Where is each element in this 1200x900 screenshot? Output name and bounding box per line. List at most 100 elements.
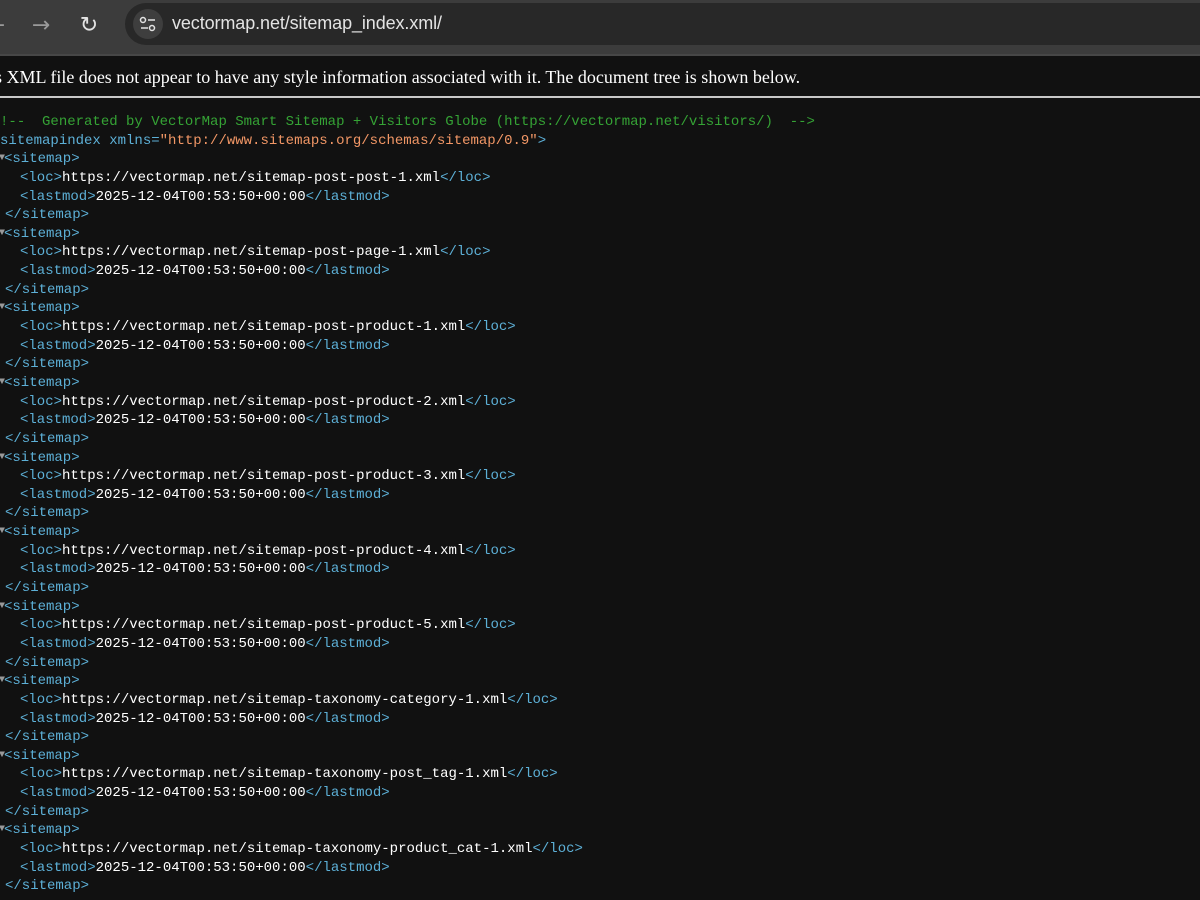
sitemap-close-tag: </sitemap> (5, 580, 90, 597)
loc-line: <loc>https://vectormap.net/sitemap-post-… (20, 243, 843, 262)
sitemap-open-tag: <sitemap> (4, 822, 80, 839)
loc-close-tag: </loc> (465, 393, 516, 410)
address-bar[interactable]: vectormap.net/sitemap_index.xml/ (125, 3, 1200, 45)
sitemap-entry-open: ▼ <sitemap> (0, 374, 827, 393)
loc-open-tag: <loc> (20, 468, 63, 485)
lastmod-close-tag: </lastmod> (305, 412, 390, 429)
sitemap-close-tag: </sitemap> (5, 803, 90, 820)
collapse-arrow-icon[interactable]: ▼ (0, 449, 5, 468)
sitemap-entry-close: </sitemap> (5, 281, 828, 300)
loc-value: https://vectormap.net/sitemap-taxonomy-c… (62, 691, 508, 708)
loc-open-tag: <loc> (20, 319, 63, 336)
collapse-arrow-icon[interactable]: ▼ (0, 747, 5, 766)
sitemap-open-tag: <sitemap> (4, 673, 80, 690)
sitemap-open-tag: <sitemap> (4, 300, 80, 317)
browser-toolbar: ← → ↻ vectormap.net/sitemap_index.xml/ (0, 0, 1200, 56)
sitemap-open-tag: <sitemap> (4, 747, 80, 764)
sitemap-close-tag: </sitemap> (5, 729, 90, 746)
sitemap-entry-close: </sitemap> (5, 206, 828, 225)
divider (0, 96, 1200, 98)
lastmod-open-tag: <lastmod> (20, 561, 96, 578)
xml-tree: <!-- Generated by VectorMap Smart Sitema… (0, 113, 823, 896)
lastmod-value: 2025-12-04T00:53:50+00:00 (95, 263, 306, 280)
root-open-tag: <sitemapindex (0, 132, 101, 149)
reload-icon: ↻ (79, 12, 99, 38)
lastmod-line: <lastmod>2025-12-04T00:53:50+00:00</last… (20, 188, 843, 207)
collapse-arrow-icon[interactable]: ▼ (0, 523, 5, 542)
collapse-arrow-icon[interactable]: ▼ (0, 672, 5, 691)
collapse-arrow-icon[interactable]: ▼ (0, 374, 5, 393)
lastmod-close-tag: </lastmod> (305, 635, 390, 652)
reload-button[interactable]: ↻ (73, 9, 105, 41)
sitemap-entry-open: ▼ <sitemap> (0, 299, 827, 318)
lastmod-open-tag: <lastmod> (20, 710, 96, 727)
loc-close-tag: </loc> (507, 766, 558, 783)
sitemap-entry-close: </sitemap> (5, 579, 828, 598)
collapse-arrow-icon[interactable]: ▼ (0, 299, 5, 318)
loc-open-tag: <loc> (20, 617, 63, 634)
loc-line: <loc>https://vectormap.net/sitemap-post-… (20, 467, 843, 486)
loc-close-tag: </loc> (507, 691, 558, 708)
sitemap-entry-open: ▼ <sitemap> (0, 150, 827, 169)
loc-line: <loc>https://vectormap.net/sitemap-post-… (20, 542, 843, 561)
loc-close-tag: </loc> (440, 169, 491, 186)
lastmod-open-tag: <lastmod> (20, 859, 96, 876)
sitemap-close-tag: </sitemap> (5, 430, 90, 447)
sitemap-entry-close: </sitemap> (5, 877, 828, 896)
sitemap-entry-close: </sitemap> (5, 803, 828, 822)
lastmod-line: <lastmod>2025-12-04T00:53:50+00:00</last… (20, 635, 843, 654)
sitemap-close-tag: </sitemap> (5, 207, 90, 224)
collapse-arrow-icon[interactable]: ▼ (0, 598, 5, 617)
loc-line: <loc>https://vectormap.net/sitemap-taxon… (20, 765, 843, 784)
lastmod-line: <lastmod>2025-12-04T00:53:50+00:00</last… (20, 710, 843, 729)
lastmod-value: 2025-12-04T00:53:50+00:00 (95, 859, 306, 876)
collapse-arrow-icon[interactable]: ▼ (0, 150, 5, 169)
loc-close-tag: </loc> (465, 468, 516, 485)
sitemap-entry-open: ▼ <sitemap> (0, 821, 827, 840)
sitemap-entry-open: ▼ <sitemap> (0, 225, 827, 244)
loc-open-tag: <loc> (20, 766, 63, 783)
loc-value: https://vectormap.net/sitemap-post-produ… (62, 319, 466, 336)
lastmod-value: 2025-12-04T00:53:50+00:00 (95, 710, 306, 727)
collapse-arrow-icon[interactable]: ▼ (0, 821, 5, 840)
lastmod-close-tag: </lastmod> (305, 785, 390, 802)
sitemap-open-tag: <sitemap> (4, 524, 80, 541)
lastmod-line: <lastmod>2025-12-04T00:53:50+00:00</last… (20, 859, 843, 878)
root-bracket: > (537, 132, 547, 149)
loc-close-tag: </loc> (465, 542, 516, 559)
forward-button[interactable]: → (25, 9, 57, 41)
site-info-button[interactable] (133, 9, 163, 39)
lastmod-open-tag: <lastmod> (20, 337, 96, 354)
loc-value: https://vectormap.net/sitemap-post-page-… (62, 244, 441, 261)
url-text[interactable]: vectormap.net/sitemap_index.xml/ (172, 13, 442, 34)
sitemap-entry-open: ▼ <sitemap> (0, 523, 827, 542)
loc-open-tag: <loc> (20, 691, 63, 708)
lastmod-open-tag: <lastmod> (20, 188, 96, 205)
loc-line: <loc>https://vectormap.net/sitemap-post-… (20, 393, 843, 412)
loc-close-tag: </loc> (465, 319, 516, 336)
collapse-arrow-icon[interactable]: ▼ (0, 225, 5, 244)
xml-style-notice: This XML file does not appear to have an… (0, 67, 801, 87)
arrow-left-icon: ← (0, 13, 5, 38)
loc-line: <loc>https://vectormap.net/sitemap-taxon… (20, 840, 843, 859)
loc-value: https://vectormap.net/sitemap-post-produ… (62, 617, 466, 634)
lastmod-line: <lastmod>2025-12-04T00:53:50+00:00</last… (20, 411, 843, 430)
back-button[interactable]: ← (0, 9, 12, 41)
lastmod-open-tag: <lastmod> (20, 263, 96, 280)
xml-comment: <!-- Generated by VectorMap Smart Sitema… (0, 114, 815, 130)
lastmod-close-tag: </lastmod> (305, 710, 390, 727)
lastmod-close-tag: </lastmod> (305, 561, 390, 578)
loc-line: <loc>https://vectormap.net/sitemap-post-… (20, 616, 843, 635)
lastmod-open-tag: <lastmod> (20, 412, 96, 429)
sitemap-close-tag: </sitemap> (5, 505, 90, 522)
loc-value: https://vectormap.net/sitemap-taxonomy-p… (62, 840, 533, 857)
loc-value: https://vectormap.net/sitemap-taxonomy-p… (62, 766, 508, 783)
loc-value: https://vectormap.net/sitemap-post-post-… (62, 169, 441, 186)
loc-line: <loc>https://vectormap.net/sitemap-taxon… (20, 691, 843, 710)
loc-open-tag: <loc> (20, 244, 63, 261)
root-element: <sitemapindex xmlns="http://www.sitemaps… (0, 132, 815, 151)
lastmod-line: <lastmod>2025-12-04T00:53:50+00:00</last… (20, 784, 843, 803)
loc-line: <loc>https://vectormap.net/sitemap-post-… (20, 169, 843, 188)
loc-close-tag: </loc> (532, 840, 583, 857)
lastmod-close-tag: </lastmod> (305, 859, 390, 876)
